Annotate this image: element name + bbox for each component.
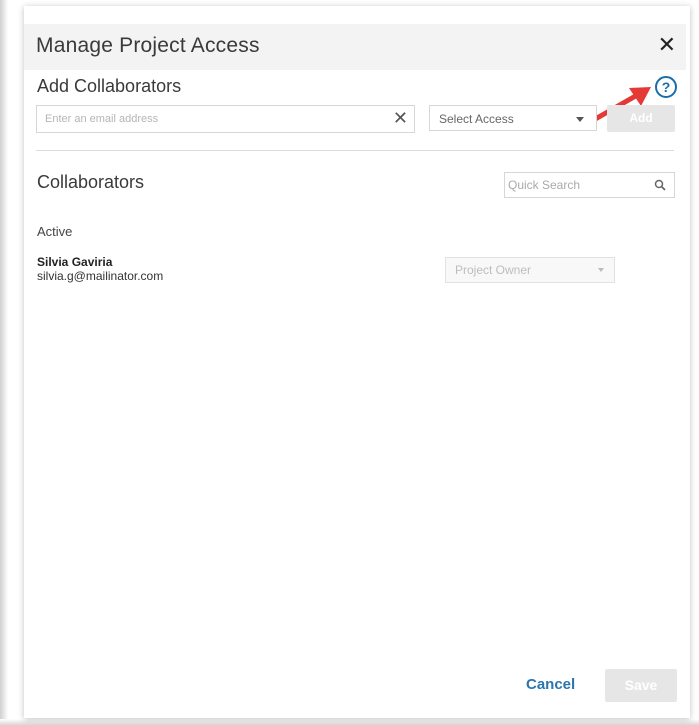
caret-down-icon [576,117,584,122]
access-select-value: Select Access [439,112,514,126]
cancel-button[interactable]: Cancel [526,676,575,693]
caret-down-icon [598,268,604,272]
email-field-container: ✕ [36,105,415,133]
collaborator-email: silvia.g@mailinator.com [37,269,164,283]
email-input[interactable] [37,106,377,132]
page-shadow [0,0,8,725]
role-select-value: Project Owner [455,263,532,277]
dialog-header: Manage Project Access ✕ [24,24,686,70]
clear-icon[interactable]: ✕ [393,108,408,129]
section-divider [36,150,674,151]
search-icon[interactable] [654,179,666,191]
active-group-label: Active [37,224,73,239]
role-select[interactable]: Project Owner [445,257,615,283]
collaborators-title: Collaborators [37,172,145,192]
quick-search-input[interactable] [505,173,645,197]
save-button[interactable]: Save [605,669,677,702]
add-collaborators-title: Add Collaborators [37,76,182,96]
manage-access-dialog: Manage Project Access ✕ Add Collaborator… [24,6,690,718]
collaborator-name: Silvia Gaviria [37,255,113,269]
page-shadow-bottom [0,719,699,725]
quick-search-container [504,172,675,198]
close-icon[interactable]: ✕ [658,32,676,58]
access-select[interactable]: Select Access [429,105,597,131]
dialog-title: Manage Project Access [36,34,260,57]
add-button[interactable]: Add [607,105,675,132]
